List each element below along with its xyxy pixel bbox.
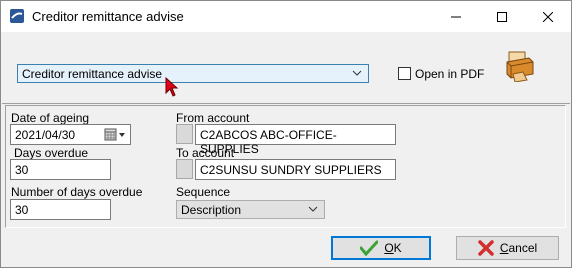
printer-icon[interactable] bbox=[503, 48, 535, 82]
from-account-label: From account bbox=[176, 111, 250, 125]
date-of-ageing-picker[interactable]: 2021/04/30 bbox=[10, 124, 131, 145]
calendar-dropdown-icon[interactable] bbox=[104, 128, 126, 141]
date-of-ageing-label: Date of ageing bbox=[11, 111, 90, 125]
minimize-icon bbox=[451, 16, 461, 17]
from-account-lookup-button[interactable] bbox=[176, 124, 193, 144]
close-button[interactable] bbox=[525, 1, 571, 32]
days-overdue-label: Days overdue bbox=[14, 146, 89, 160]
ok-label: OK bbox=[384, 241, 402, 255]
chevron-down-icon bbox=[352, 70, 362, 76]
open-in-pdf-checkbox[interactable] bbox=[398, 67, 411, 80]
cancel-x-icon bbox=[478, 240, 494, 256]
sequence-dropdown[interactable]: Description bbox=[176, 200, 325, 219]
open-in-pdf-label: Open in PDF bbox=[415, 67, 485, 81]
number-of-days-overdue-label: Number of days overdue bbox=[11, 185, 143, 199]
dialog-window: Creditor remittance advise Creditor remi… bbox=[0, 0, 572, 268]
to-account-value: C2SUNSU SUNDRY SUPPLIERS bbox=[200, 163, 382, 177]
sequence-value: Description bbox=[181, 203, 242, 217]
cancel-label: Cancel bbox=[499, 241, 538, 255]
ok-button[interactable]: OK bbox=[331, 236, 431, 260]
report-dropdown[interactable]: Creditor remittance advise bbox=[17, 64, 369, 83]
close-icon bbox=[543, 11, 553, 22]
number-of-days-overdue-value: 30 bbox=[15, 203, 29, 217]
number-of-days-overdue-input[interactable]: 30 bbox=[10, 199, 111, 220]
mouse-cursor-icon bbox=[165, 77, 179, 97]
app-icon bbox=[10, 9, 24, 23]
chevron-down-icon bbox=[308, 206, 318, 212]
maximize-button[interactable] bbox=[479, 1, 525, 32]
cancel-button[interactable]: Cancel bbox=[456, 236, 559, 260]
sequence-label: Sequence bbox=[176, 185, 231, 199]
report-dropdown-value: Creditor remittance advise bbox=[22, 67, 163, 81]
from-account-input[interactable]: C2ABCOS ABC-OFFICE-SUPPLIES bbox=[195, 124, 396, 156]
days-overdue-value: 30 bbox=[15, 163, 29, 177]
checkmark-icon bbox=[360, 240, 379, 256]
to-account-lookup-button[interactable] bbox=[176, 159, 193, 179]
to-account-input[interactable]: C2SUNSU SUNDRY SUPPLIERS bbox=[195, 159, 396, 180]
minimize-button[interactable] bbox=[433, 1, 479, 32]
to-account-label: To account bbox=[176, 146, 235, 160]
date-of-ageing-value: 2021/04/30 bbox=[15, 128, 76, 142]
title-bar: Creditor remittance advise bbox=[1, 1, 571, 32]
days-overdue-input[interactable]: 30 bbox=[10, 159, 111, 180]
maximize-icon bbox=[497, 11, 507, 22]
window-title: Creditor remittance advise bbox=[32, 9, 184, 24]
